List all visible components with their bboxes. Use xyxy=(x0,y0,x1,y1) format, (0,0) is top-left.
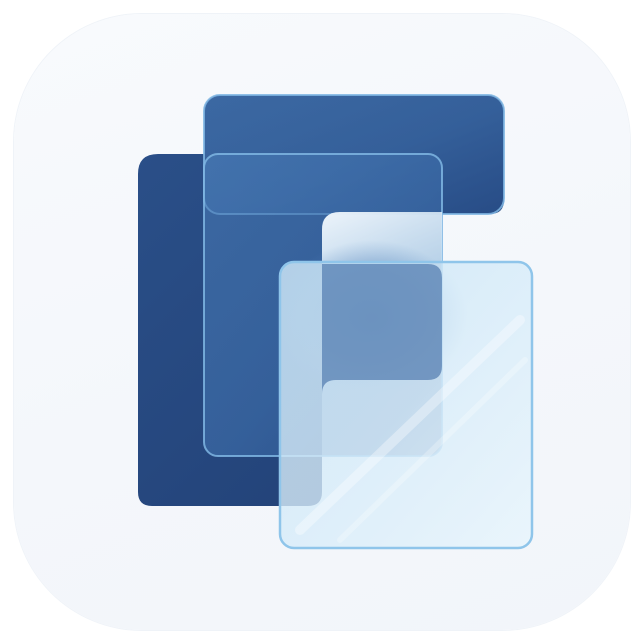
app-icon-canvas xyxy=(0,0,644,644)
layered-f-logo-icon xyxy=(138,94,534,550)
inner-blue-bar xyxy=(322,264,442,394)
